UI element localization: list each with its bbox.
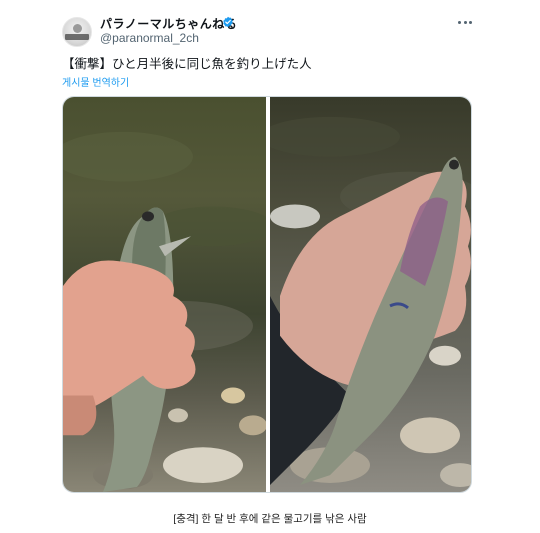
more-options-icon[interactable] [458,15,472,29]
translate-post-link[interactable]: 게시물 번역하기 [62,74,129,89]
avatar-logo-text-icon [65,34,89,40]
tweet-media[interactable] [62,96,472,493]
avatar[interactable] [62,17,92,47]
tweet-card: パラノーマルちゃんねる @paranormal_2ch 【衝撃】ひと月半後に同じ… [0,0,540,533]
verified-badge-icon [223,16,233,28]
avatar-logo-icon [73,24,82,33]
tweet-text: 【衝撃】ひと月半後に同じ魚を釣り上げた人 [62,57,312,71]
fish-photo-1[interactable] [63,97,266,492]
caption-text: [충격] 한 달 반 후에 같은 물고기를 낚은 사람 [173,513,367,525]
account-handle[interactable]: @paranormal_2ch [100,31,199,45]
fish-photo-2[interactable] [270,97,471,492]
display-name[interactable]: パラノーマルちゃんねる [100,15,237,32]
